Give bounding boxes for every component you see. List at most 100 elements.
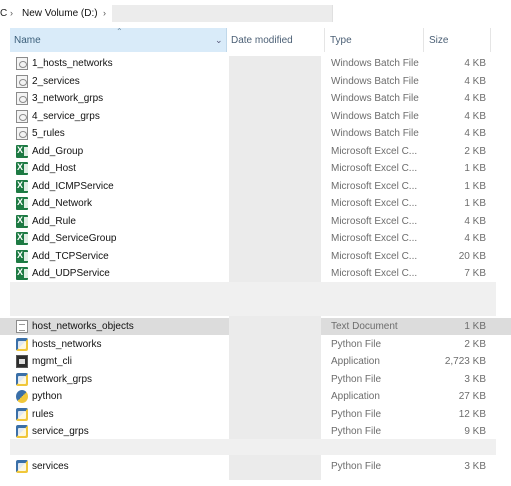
file-name: Add_ServiceGroup	[32, 233, 117, 244]
column-header-date-label: Date modified	[231, 35, 293, 46]
chevron-down-icon[interactable]: ⌄	[215, 35, 223, 46]
file-name: Add_Network	[32, 198, 93, 209]
file-type: Python File	[331, 426, 382, 437]
file-type: Microsoft Excel C...	[331, 163, 418, 174]
excel-csv-icon	[16, 214, 28, 228]
file-size: 12 KB	[458, 408, 486, 420]
python-file-icon	[16, 407, 28, 421]
file-size: 1 KB	[464, 163, 486, 174]
excel-csv-icon	[16, 179, 28, 193]
column-header-name[interactable]: ⌃ Name ⌄	[10, 27, 227, 52]
file-name: mgmt_cli	[32, 356, 73, 367]
column-header-type[interactable]: Type	[325, 28, 424, 52]
file-size: 4 KB	[464, 75, 486, 87]
column-header-date[interactable]: Date modified	[226, 28, 325, 52]
file-type: Windows Batch File	[331, 58, 419, 69]
file-name: Add_Rule	[32, 215, 76, 227]
column-header-size[interactable]: Size	[424, 28, 491, 52]
file-name: Add_Host	[32, 163, 76, 174]
file-type: Microsoft Excel C...	[331, 145, 418, 157]
file-name: 4_service_grps	[32, 110, 100, 122]
file-type: Windows Batch File	[331, 128, 419, 139]
sort-ascending-icon: ⌃	[116, 27, 123, 36]
column-header: ⌃ Name ⌄ Date modified Type Size	[0, 27, 511, 52]
application-icon	[16, 355, 28, 368]
breadcrumb-redacted	[112, 5, 332, 22]
redacted-rows	[10, 282, 496, 316]
file-size: 4 KB	[464, 215, 486, 227]
file-name: rules	[32, 408, 54, 420]
address-input-area[interactable]	[332, 5, 511, 22]
file-size: 9 KB	[464, 426, 486, 437]
file-name: 2_services	[32, 75, 80, 87]
file-name: host_networks_objects	[32, 321, 134, 332]
file-type: Microsoft Excel C...	[331, 215, 418, 227]
file-type: Windows Batch File	[331, 75, 419, 87]
file-name: Add_ICMPService	[32, 180, 114, 192]
excel-csv-icon	[16, 144, 28, 158]
file-size: 2 KB	[464, 338, 486, 350]
file-name: 5_rules	[32, 128, 65, 139]
excel-csv-icon	[16, 232, 28, 245]
file-size: 20 KB	[458, 250, 486, 262]
file-type: Application	[331, 391, 380, 402]
file-size: 4 KB	[464, 58, 486, 69]
file-size: 3 KB	[464, 373, 486, 385]
excel-csv-icon	[16, 249, 28, 263]
column-header-name-label: Name	[14, 35, 41, 46]
text-document-icon	[16, 320, 28, 333]
file-name: 1_hosts_networks	[32, 58, 113, 69]
file-size: 27 KB	[458, 391, 486, 402]
file-name: Add_Group	[32, 145, 84, 157]
file-size: 4 KB	[464, 128, 486, 139]
python-file-icon	[16, 460, 28, 473]
batch-file-icon	[16, 127, 28, 140]
file-type: Windows Batch File	[331, 110, 419, 122]
excel-csv-icon	[16, 267, 28, 280]
column-header-type-label: Type	[330, 35, 352, 46]
file-type: Python File	[331, 461, 382, 472]
python-file-icon	[16, 337, 28, 351]
python-app-icon	[16, 390, 28, 403]
column-header-size-label: Size	[429, 35, 449, 46]
address-bar[interactable]: C › New Volume (D:) ›	[0, 0, 511, 28]
batch-file-icon	[16, 109, 28, 123]
excel-csv-icon	[16, 162, 28, 175]
python-file-icon	[16, 372, 28, 386]
file-size: 3 KB	[464, 461, 486, 472]
file-size: 2,723 KB	[444, 356, 486, 367]
batch-file-icon	[16, 92, 28, 105]
file-name: network_grps	[32, 373, 93, 385]
file-name: service_grps	[32, 426, 89, 437]
file-size: 4 KB	[464, 93, 486, 104]
breadcrumb-parent[interactable]: C	[0, 8, 7, 19]
excel-csv-icon	[16, 197, 28, 210]
file-size: 7 KB	[464, 268, 486, 279]
file-name: services	[32, 461, 69, 472]
file-type: Windows Batch File	[331, 93, 419, 104]
file-name: 3_network_grps	[32, 93, 104, 104]
breadcrumb-current[interactable]: New Volume (D:)	[22, 8, 98, 19]
file-name: Add_TCPService	[32, 250, 109, 262]
breadcrumb-chevron-icon[interactable]: ›	[103, 8, 106, 18]
file-type: Microsoft Excel C...	[331, 233, 418, 244]
date-column-redacted	[229, 56, 321, 480]
file-size: 1 KB	[464, 180, 486, 192]
python-file-icon	[16, 425, 28, 438]
file-type: Microsoft Excel C...	[331, 268, 418, 279]
file-type: Python File	[331, 408, 382, 420]
redacted-row	[10, 439, 496, 455]
file-type: Microsoft Excel C...	[331, 198, 418, 209]
file-type: Text Document	[331, 321, 398, 332]
file-type: Application	[331, 356, 380, 367]
file-type: Python File	[331, 373, 382, 385]
file-size: 1 KB	[464, 321, 486, 332]
file-name: hosts_networks	[32, 338, 102, 350]
file-size: 1 KB	[464, 198, 486, 209]
file-type: Microsoft Excel C...	[331, 180, 418, 192]
breadcrumb-chevron-icon[interactable]: ›	[10, 8, 13, 18]
file-name: python	[32, 391, 63, 402]
file-size: 4 KB	[464, 233, 486, 244]
file-type: Python File	[331, 338, 382, 350]
file-size: 2 KB	[464, 145, 486, 157]
